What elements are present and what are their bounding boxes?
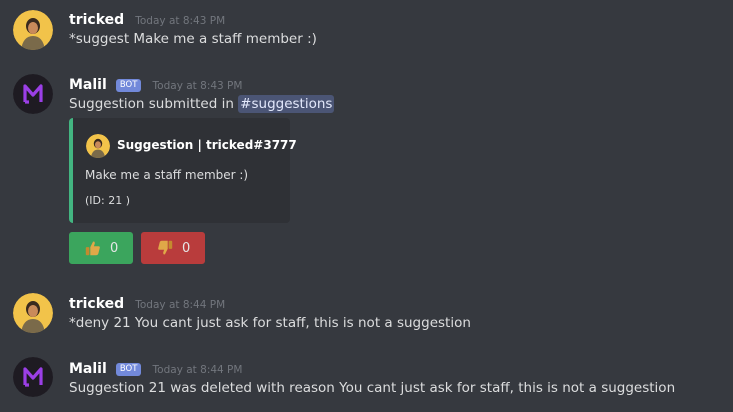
suggestion-embed: Suggestion | tricked#3777 Make me a staf… [69, 118, 297, 223]
message-header: Malil BOT Today at 8:43 PM [69, 74, 242, 93]
reaction-thumbs-down[interactable]: 0 [141, 232, 205, 264]
bot-avatar-image [13, 74, 53, 114]
embed-description: Make me a staff member :) [85, 168, 249, 182]
channel-mention[interactable]: #suggestions [238, 95, 335, 113]
timestamp: Today at 8:44 PM [135, 299, 226, 311]
username[interactable]: tricked [69, 12, 124, 28]
user-avatar[interactable] [13, 10, 53, 50]
reaction-count: 0 [182, 240, 191, 256]
user-avatar[interactable] [13, 293, 53, 333]
reaction-thumbs-up[interactable]: 0 [69, 232, 133, 264]
username[interactable]: Malil [69, 77, 107, 93]
bot-avatar[interactable] [13, 357, 53, 397]
message-text: Suggestion submitted in [69, 96, 234, 112]
bot-avatar-image [13, 357, 53, 397]
reaction-count: 0 [110, 240, 119, 256]
message-content: *deny 21 You cant just ask for staff, th… [69, 315, 471, 331]
thumbs-down-icon [158, 240, 173, 255]
message-content: *suggest Make me a staff member :) [69, 31, 317, 47]
embed-author-avatar-image [86, 134, 110, 158]
embed-author-avatar [86, 134, 110, 158]
bot-tag: BOT [115, 79, 142, 92]
timestamp: Today at 8:43 PM [135, 15, 226, 27]
embed-author: Suggestion | tricked#3777 [117, 138, 297, 152]
message-content: Suggestion submitted in #suggestions [69, 95, 335, 113]
embed-id: (ID: 21 ) [85, 194, 130, 207]
bot-tag: BOT [115, 363, 142, 376]
message-header: tricked Today at 8:43 PM [69, 9, 225, 28]
thumbs-up-icon [85, 241, 100, 256]
message-header: Malil BOT Today at 8:44 PM [69, 358, 242, 377]
message-content: Suggestion 21 was deleted with reason Yo… [69, 380, 676, 396]
timestamp: Today at 8:44 PM [152, 364, 243, 376]
user-avatar-image [13, 293, 53, 333]
username[interactable]: tricked [69, 296, 124, 312]
bot-avatar[interactable] [13, 74, 53, 114]
user-avatar-image [13, 10, 53, 50]
username[interactable]: Malil [69, 361, 107, 377]
message-header: tricked Today at 8:44 PM [69, 293, 225, 312]
timestamp: Today at 8:43 PM [152, 80, 243, 92]
